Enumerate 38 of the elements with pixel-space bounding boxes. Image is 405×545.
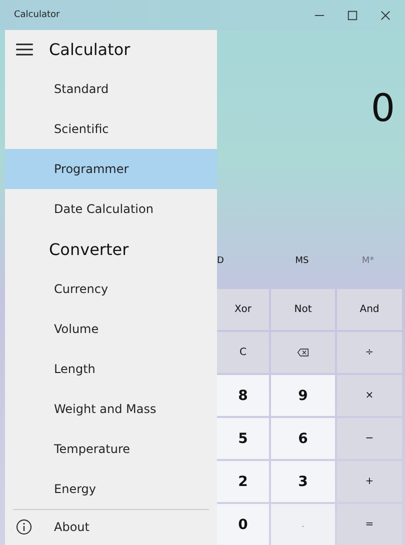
window-title: Calculator [14, 10, 60, 20]
operator-button[interactable]: And [337, 289, 402, 330]
operator-button[interactable]: C [217, 332, 269, 373]
operator-button[interactable]: ÷ [337, 332, 402, 373]
nav-item[interactable]: Standard [5, 68, 217, 109]
operator-button[interactable]: = [337, 504, 402, 545]
close-icon[interactable] [380, 10, 391, 20]
digit-button[interactable]: 9 [271, 375, 335, 416]
nav-item[interactable]: Programmer [5, 148, 217, 189]
digit-button[interactable]: 6 [271, 418, 335, 459]
operator-button[interactable]: × [337, 375, 402, 416]
digit-button[interactable]: 3 [271, 461, 335, 502]
nav-item[interactable]: Weight and Mass [5, 388, 217, 429]
nav-item[interactable]: Temperature [5, 428, 217, 469]
nav-item[interactable]: Length [5, 348, 217, 389]
nav-item[interactable]: Energy [5, 468, 217, 509]
info-icon[interactable] [16, 519, 32, 536]
section-header: Converter [48, 238, 130, 261]
nav-item[interactable]: Scientific [5, 108, 217, 149]
nav-item[interactable]: Date Calculation [5, 188, 217, 229]
nav-item[interactable]: Currency [5, 268, 217, 309]
digit-button[interactable]: 2 [217, 461, 269, 502]
digit-button[interactable]: 5 [217, 418, 269, 459]
result-display: 0 [370, 85, 396, 132]
operator-button[interactable]: − [337, 418, 402, 459]
memory-button[interactable]: MS [269, 256, 335, 266]
nav-item[interactable]: Volume [5, 308, 217, 349]
memory-button[interactable]: D [217, 256, 269, 266]
operator-button[interactable]: + [337, 461, 402, 502]
menu-icon[interactable] [16, 42, 33, 56]
operator-button[interactable]: Xor [217, 289, 269, 330]
backspace-icon [297, 348, 309, 357]
about-link[interactable]: About [54, 520, 90, 534]
digit-button[interactable]: 0 [217, 504, 269, 545]
pane-title: Calculator [49, 40, 130, 59]
digit-button[interactable]: 8 [217, 375, 269, 416]
operator-button[interactable]: Not [271, 289, 335, 330]
maximize-icon[interactable] [347, 10, 358, 20]
